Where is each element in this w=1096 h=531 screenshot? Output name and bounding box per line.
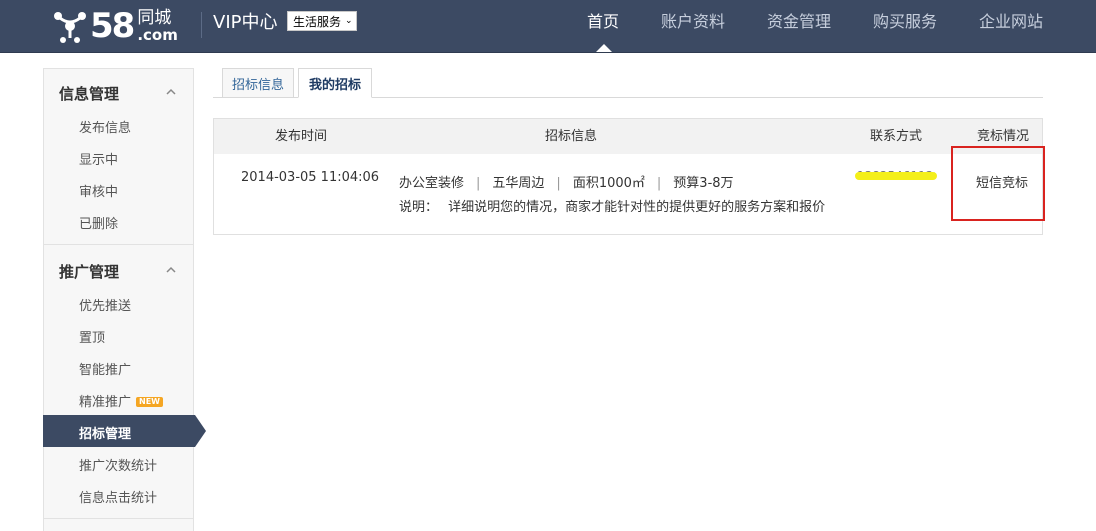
new-badge: NEW	[136, 397, 163, 407]
sidebar-item-deleted[interactable]: 已删除	[79, 213, 118, 232]
logo-domain: .com	[137, 25, 178, 44]
header-divider	[201, 12, 202, 38]
row-publish-time: 2014-03-05 11:04:06	[241, 170, 380, 185]
sidebar-divider	[44, 244, 193, 245]
sidebar-item-showing[interactable]: 显示中	[79, 149, 118, 168]
nav-enterprise-site[interactable]: 企业网站	[979, 0, 1043, 52]
sidebar-group-info-management[interactable]: 信息管理	[59, 83, 119, 104]
description-text: 详细说明您的情况，商家才能针对性的提供更好的服务方案和报价	[448, 200, 826, 215]
nav-buy-services[interactable]: 购买服务	[873, 0, 937, 52]
logo-figure-icon	[54, 12, 86, 43]
bid-status-highlight-box	[951, 146, 1045, 221]
bid-info-size: 面积1000㎡	[572, 176, 645, 191]
sidebar-item-reviewing[interactable]: 审核中	[79, 181, 118, 200]
chevron-up-icon[interactable]	[166, 265, 176, 275]
vip-center-title: VIP中心	[213, 12, 278, 33]
bids-table: 发布时间 招标信息 联系方式 竞标情况 2014-03-05 11:04:06 …	[213, 118, 1043, 235]
logo-cn: 同城	[137, 7, 172, 28]
description-label: 说明：	[399, 200, 439, 215]
separator: |	[556, 176, 561, 191]
sidebar-item-promotion-count-stats[interactable]: 推广次数统计	[79, 455, 157, 474]
bid-info-area: 五华周边	[492, 176, 545, 191]
active-nav-indicator	[596, 44, 612, 52]
row-bid-description: 说明： 详细说明您的情况，商家才能针对性的提供更好的服务方案和报价	[399, 196, 825, 215]
contact-redaction-mark	[855, 172, 937, 180]
table-header: 发布时间 招标信息 联系方式 竞标情况	[214, 119, 1042, 154]
separator: |	[656, 176, 662, 191]
chevron-up-icon[interactable]	[166, 87, 176, 97]
sidebar-divider	[44, 518, 193, 519]
sidebar-item-click-stats[interactable]: 信息点击统计	[79, 487, 157, 506]
service-category-select[interactable]: 生活服务 ⌄	[287, 11, 357, 31]
sidebar: 信息管理 发布信息 显示中 审核中 已删除 推广管理 优先推送 置顶 智能推广 …	[43, 68, 206, 531]
separator: |	[476, 176, 481, 191]
sidebar-item-smart-promotion[interactable]: 智能推广	[79, 359, 131, 378]
logo-number: 58	[90, 6, 135, 46]
bid-info-type: 办公室装修	[399, 176, 465, 191]
bid-info-budget: 预算3-8万	[673, 176, 734, 191]
nav-account-info[interactable]: 账户资料	[661, 0, 725, 52]
sidebar-group-promotion-management[interactable]: 推广管理	[59, 261, 119, 282]
column-header-time: 发布时间	[275, 129, 328, 144]
sidebar-item-precise-promotion[interactable]: 精准推广 NEW	[79, 391, 163, 410]
sidebar-item-publish[interactable]: 发布信息	[79, 117, 131, 136]
column-header-contact: 联系方式	[870, 129, 923, 144]
sidebar-item-label: 精准推广	[79, 395, 132, 410]
tab-my-bids[interactable]: 我的招标	[298, 68, 372, 98]
sidebar-item-pin-top[interactable]: 置顶	[79, 327, 105, 346]
nav-fund-management[interactable]: 资金管理	[767, 0, 831, 52]
column-header-bid-info: 招标信息	[545, 129, 598, 144]
service-select-value: 生活服务	[293, 14, 342, 29]
chevron-down-icon: ⌄	[345, 16, 353, 26]
tab-bid-info[interactable]: 招标信息	[222, 68, 294, 98]
logo-text: 同城 .com	[137, 7, 178, 44]
sidebar-item-bid-management[interactable]: 招标管理	[79, 423, 131, 442]
site-logo[interactable]: 58 同城 .com	[52, 4, 192, 48]
sidebar-item-priority-push[interactable]: 优先推送	[79, 295, 131, 314]
row-bid-info-summary: 办公室装修 | 五华周边 | 面积1000㎡ | 预算3-8万	[399, 172, 734, 191]
top-navigation-bar: 58 同城 .com VIP中心 生活服务 ⌄ 首页 账户资料 资金管理 购买服…	[0, 0, 1096, 53]
sidebar-active-arrow	[195, 415, 206, 447]
